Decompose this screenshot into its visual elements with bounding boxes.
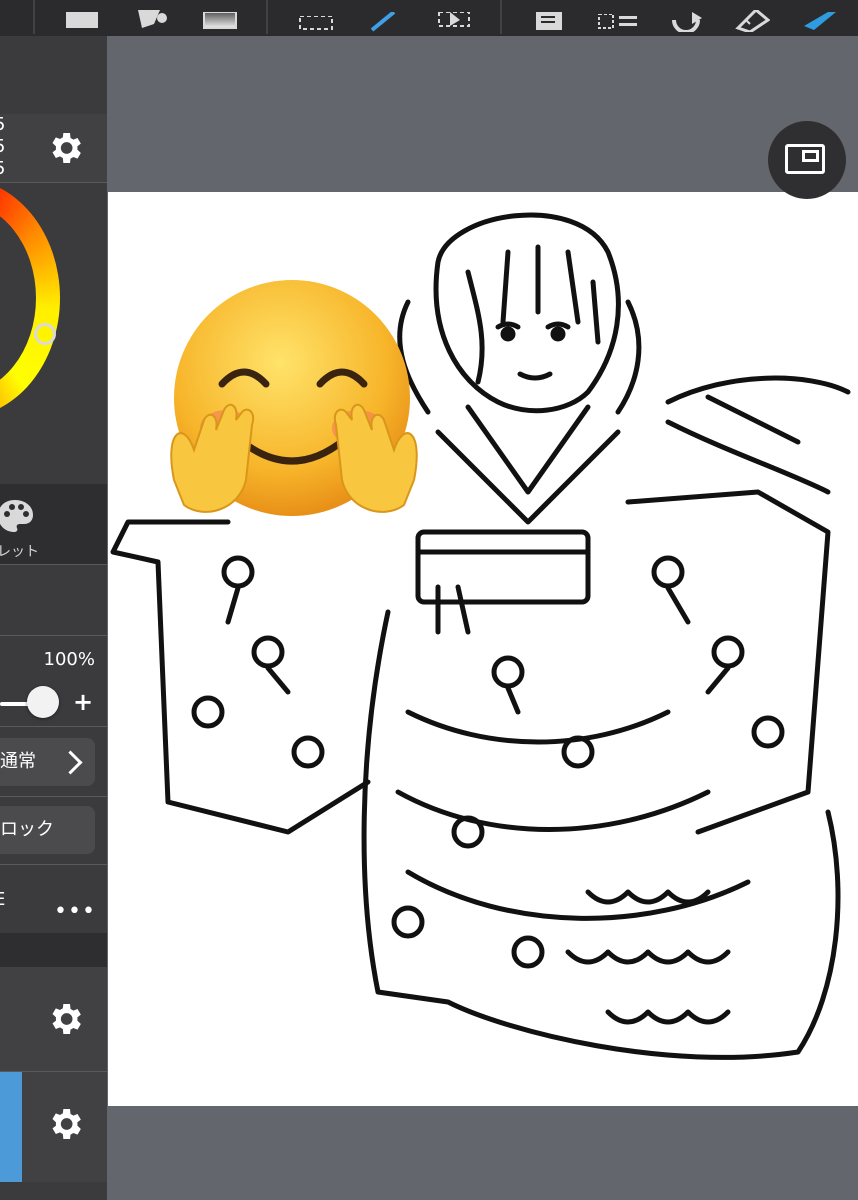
- drawing-canvas[interactable]: [108, 192, 858, 1106]
- opacity-plus-button[interactable]: +: [73, 688, 93, 716]
- fill-color-icon[interactable]: [62, 0, 102, 32]
- blend-mode-label: 通常: [0, 751, 36, 772]
- copy-icon[interactable]: [530, 0, 570, 32]
- toolbar-divider: [500, 0, 502, 34]
- opacity-slider-knob[interactable]: [27, 686, 59, 718]
- tab-palette-label[interactable]: レット: [0, 541, 39, 561]
- blue-value: 5: [0, 158, 5, 180]
- layer-row-label: E: [0, 889, 5, 910]
- undo-rotate-icon[interactable]: [666, 0, 706, 32]
- layer-list-header: [0, 933, 107, 967]
- divider: [0, 864, 107, 865]
- left-panel: 5 5 5 レット 100% + 通常 ロック E •••: [0, 36, 107, 1200]
- color-header: 5 5 5: [0, 114, 107, 182]
- navigator-button[interactable]: [768, 121, 846, 199]
- gradient-icon[interactable]: [200, 0, 240, 32]
- color-settings-gear-icon[interactable]: [45, 128, 85, 168]
- smiling-face-emoji-icon: [170, 280, 418, 516]
- window-icon: [785, 144, 825, 174]
- divider: [0, 726, 107, 727]
- layer-item[interactable]: [0, 967, 107, 1071]
- select-layer-icon[interactable]: [596, 0, 640, 32]
- ruler-icon[interactable]: [732, 0, 772, 32]
- layer-selected-indicator: [0, 1072, 22, 1182]
- divider: [0, 796, 107, 797]
- toolbar-divider: [266, 0, 268, 34]
- lock-button[interactable]: ロック: [0, 806, 95, 854]
- brush-icon[interactable]: [800, 0, 840, 32]
- transform-icon[interactable]: [434, 0, 474, 32]
- red-value: 5: [0, 114, 5, 136]
- layer-header: [0, 565, 107, 635]
- layer-settings-gear-icon[interactable]: [45, 999, 85, 1039]
- blend-mode-button[interactable]: 通常: [0, 738, 95, 786]
- toolbar-divider: [33, 0, 35, 34]
- magic-wand-icon[interactable]: [364, 0, 404, 32]
- panel-header: [0, 36, 107, 114]
- more-options-icon[interactable]: •••: [54, 899, 96, 924]
- divider: [0, 635, 107, 636]
- layer-settings-gear-icon[interactable]: [45, 1104, 85, 1144]
- bucket-icon[interactable]: [132, 0, 172, 32]
- top-toolbar: [0, 0, 858, 36]
- color-wheel[interactable]: [0, 178, 60, 438]
- hue-picker-knob[interactable]: [34, 323, 56, 345]
- chevron-right-icon: [58, 750, 83, 775]
- rect-select-icon[interactable]: [296, 0, 336, 32]
- layer-item-selected[interactable]: [0, 1072, 107, 1182]
- lock-label: ロック: [0, 819, 54, 840]
- opacity-value: 100%: [43, 649, 95, 670]
- palette-icon[interactable]: [0, 498, 34, 534]
- green-value: 5: [0, 136, 5, 158]
